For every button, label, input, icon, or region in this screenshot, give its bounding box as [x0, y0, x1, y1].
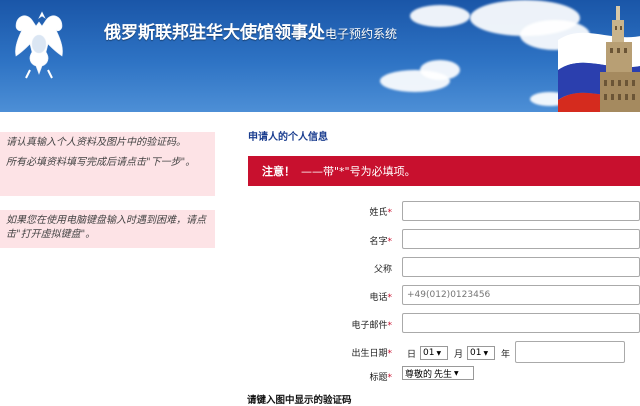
birthdate-label: 出生日期* [351, 349, 392, 359]
coat-of-arms-icon [15, 11, 63, 79]
chevron-down-icon: ▼ [483, 349, 489, 357]
email-label: 电子邮件* [351, 321, 392, 331]
info-text-virtual-keyboard: 如果您在使用电脑键盘输入时遇到困难，请点击"打开虚拟键盘"。 [6, 215, 206, 240]
name-label: 名字* [369, 237, 392, 247]
phone-input[interactable] [402, 285, 640, 305]
site-title-sub: 电子预约系统 [325, 27, 398, 41]
birth-month-select[interactable]: 01 ▼ [467, 346, 495, 360]
title-label: 标题* [369, 373, 392, 383]
birth-month-value: 01 [470, 348, 482, 358]
name-input[interactable] [402, 229, 640, 249]
email-input[interactable] [402, 313, 640, 333]
year-label: 年 [501, 350, 511, 360]
title-value-2: 先生 [434, 369, 453, 380]
patronymic-input[interactable] [402, 257, 640, 277]
info-box-instructions: 请认真输入个人资料及图片中的验证码。 所有必填资料填写完成后请点击"下一步"。 [0, 132, 215, 196]
ministry-building-icon [600, 6, 640, 112]
captcha-label: 请键入图中显示的验证码 [247, 395, 352, 406]
day-label: 日 [407, 350, 417, 360]
chevron-down-icon: ▼ [436, 349, 442, 357]
section-title: 申请人的个人信息 [248, 132, 328, 143]
surname-input[interactable] [402, 201, 640, 221]
cloud-decoration [420, 60, 460, 80]
notice-label: 注意！ [262, 165, 295, 178]
info-text-next-step: 所有必填资料填写完成后请点击"下一步"。 [6, 157, 196, 168]
patronymic-label: 父称 [373, 265, 392, 275]
title-select[interactable]: 尊敬的 先生 ▼ [402, 366, 474, 380]
title-value-1: 尊敬的 [405, 369, 433, 380]
surname-label: 姓氏* [369, 208, 392, 218]
cloud-decoration [410, 5, 470, 27]
required-notice-banner: 注意！ ——带"*"号为必填项。 [248, 156, 640, 186]
chevron-down-icon: ▼ [454, 369, 459, 377]
phone-label: 电话* [369, 293, 392, 303]
birth-day-value: 01 [423, 348, 435, 358]
site-header: 俄罗斯联邦驻华大使馆领事处电子预约系统 [0, 0, 640, 112]
site-title-main: 俄罗斯联邦驻华大使馆领事处 [104, 23, 325, 43]
notice-text: ——带"*"号为必填项。 [301, 165, 416, 178]
birth-day-select[interactable]: 01 ▼ [420, 346, 448, 360]
info-text-verify: 请认真输入个人资料及图片中的验证码。 [6, 137, 186, 148]
site-title: 俄罗斯联邦驻华大使馆领事处电子预约系统 [104, 18, 397, 43]
info-box-keyboard: 如果您在使用电脑键盘输入时遇到困难，请点击"打开虚拟键盘"。 [0, 210, 215, 248]
month-label: 月 [454, 350, 464, 360]
birth-year-input[interactable] [515, 341, 625, 363]
